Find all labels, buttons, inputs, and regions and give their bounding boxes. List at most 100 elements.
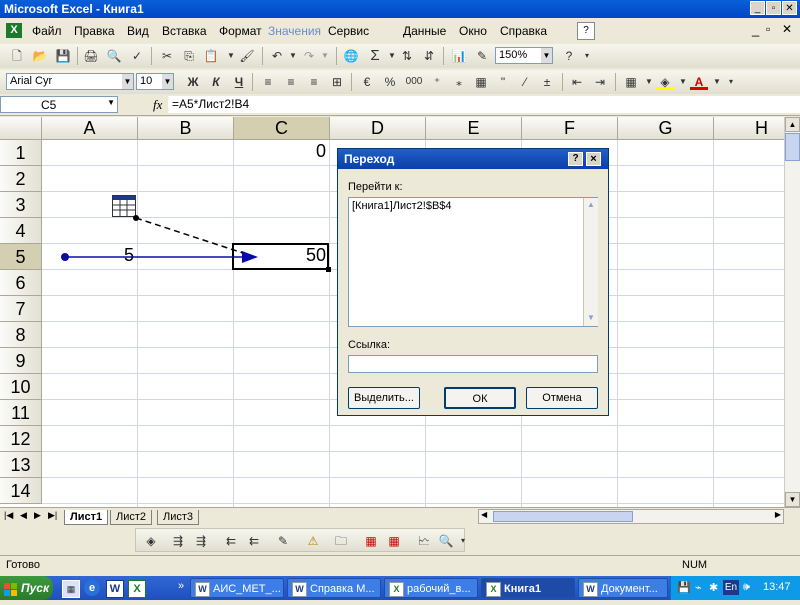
bold-button[interactable]: Ж — [184, 74, 202, 90]
font-color-icon[interactable]: A — [690, 74, 708, 90]
maximize-button[interactable]: ▫ — [766, 1, 781, 15]
start-button[interactable]: Пуск — [0, 576, 53, 600]
align-right-icon[interactable]: ≡ — [305, 74, 323, 90]
clear-circles-icon[interactable]: ▦ — [385, 533, 403, 549]
clock[interactable]: 13:47 — [763, 581, 791, 593]
task-help[interactable]: W Справка М... — [287, 578, 381, 598]
hyperlink-icon[interactable]: 🌐 — [342, 48, 360, 64]
quicklaunch-desktop-icon[interactable]: ▦ — [62, 580, 80, 598]
tab-sheet3[interactable]: Лист3 — [157, 510, 200, 525]
percent-button[interactable]: % — [381, 74, 399, 90]
euro-icon[interactable]: € — [358, 74, 376, 90]
function-icon[interactable]: fx — [153, 97, 162, 113]
trace-dependents-icon[interactable]: ⇇ — [222, 533, 240, 549]
font-select[interactable]: Arial Cyr ▼ — [6, 73, 134, 90]
show-watch-icon[interactable]: 🗠 — [415, 533, 433, 549]
decrease-decimal-icon[interactable]: ⁎ — [450, 74, 468, 90]
print-icon[interactable]: 🖨 — [82, 48, 100, 64]
menu-edit[interactable]: Правка — [74, 24, 115, 38]
save-icon[interactable]: 💾 — [54, 48, 72, 64]
network-icon[interactable]: ⌁ — [695, 581, 702, 594]
borders-icon[interactable]: ▦ — [622, 74, 640, 90]
task-book1[interactable]: X Книга1 — [481, 578, 575, 598]
copy-icon[interactable]: ⎘ — [180, 48, 198, 64]
name-box[interactable]: C5 ▼ — [0, 96, 118, 113]
hscroll-thumb[interactable] — [493, 511, 633, 522]
formula-input[interactable]: =A5*Лист2!B4 — [168, 96, 800, 113]
menu-values[interactable]: Значения — [268, 24, 321, 38]
decrease-indent-icon[interactable]: ⇤ — [568, 74, 586, 90]
scroll-up-icon[interactable]: ▲ — [785, 117, 800, 132]
menu-view[interactable]: Вид — [127, 24, 149, 38]
underline-button[interactable]: Ч — [230, 74, 248, 90]
new-comment-icon[interactable]: 🗀 — [332, 533, 350, 549]
doc-minimize-button[interactable]: _ — [752, 22, 759, 37]
quicklaunch-word-icon[interactable]: W — [106, 580, 124, 598]
spelling-icon[interactable]: ✓ — [128, 48, 146, 64]
paste-icon[interactable]: 📋 — [202, 48, 220, 64]
toolbar-options-icon[interactable]: ▾ — [722, 74, 740, 90]
task-working[interactable]: Xрабочий_в... — [384, 578, 478, 598]
menu-format[interactable]: Формат — [219, 24, 262, 38]
floppy-icon[interactable]: 💾 — [677, 581, 691, 594]
volume-icon[interactable]: 🕪 — [743, 581, 750, 594]
quicklaunch-excel-icon[interactable]: X — [128, 580, 146, 598]
menu-window[interactable]: Окно — [459, 24, 487, 38]
cancel-button[interactable]: Отмена — [526, 387, 598, 409]
plus-minus-icon[interactable]: ± — [538, 74, 556, 90]
horizontal-scrollbar[interactable]: ◀ ▶ — [478, 509, 784, 524]
menu-insert[interactable]: Вставка — [162, 24, 207, 38]
quote-icon[interactable]: " — [494, 74, 512, 90]
trace-precedents-icon[interactable]: ⇶ — [169, 533, 187, 549]
zoom-select[interactable]: 150% ▼ — [495, 47, 553, 64]
table-icon[interactable]: ▦ — [472, 74, 490, 90]
align-left-icon[interactable]: ≡ — [259, 74, 277, 90]
scroll-down-icon[interactable]: ▼ — [587, 313, 595, 322]
first-sheet-icon[interactable]: |◀ — [4, 510, 13, 521]
quicklaunch-ie-icon[interactable]: e — [84, 580, 100, 596]
scroll-right-icon[interactable]: ▶ — [775, 510, 781, 519]
scroll-up-icon[interactable]: ▲ — [587, 200, 595, 209]
task-ais[interactable]: W АИС_МЕТ_... — [190, 578, 284, 598]
help-icon[interactable]: ? — [560, 48, 578, 64]
thousands-button[interactable]: 000 — [403, 74, 425, 90]
drawing-icon[interactable]: ✎ — [473, 48, 491, 64]
remove-dependent-arrows-icon[interactable]: ⇇ — [245, 533, 263, 549]
excel-doc-icon[interactable]: X — [6, 23, 22, 38]
trace-error-icon[interactable]: ✎ — [274, 533, 292, 549]
increase-indent-icon[interactable]: ⇥ — [591, 74, 609, 90]
toolbar-options-icon[interactable]: ▾ — [454, 533, 472, 549]
dialog-help-button[interactable]: ? — [568, 152, 583, 166]
fill-color-icon[interactable]: ◈ — [656, 74, 674, 90]
toolbar-options-icon[interactable]: ▾ — [578, 48, 596, 64]
scroll-left-icon[interactable]: ◀ — [481, 510, 487, 519]
language-indicator[interactable]: En — [723, 580, 739, 595]
align-center-icon[interactable]: ≡ — [282, 74, 300, 90]
goto-listbox[interactable]: [Книга1]Лист2!$B$4 ▲ ▼ — [348, 197, 598, 327]
warning-icon[interactable]: ⚠ — [304, 533, 322, 549]
next-sheet-icon[interactable]: ▶ — [34, 510, 41, 521]
italic-button[interactable]: К — [207, 74, 225, 90]
antivirus-icon[interactable]: ✱ — [709, 581, 718, 594]
menu-help[interactable]: Справка — [500, 24, 547, 38]
evaluate-formula-icon[interactable]: 🔍 — [437, 533, 455, 549]
increase-decimal-icon[interactable]: ⁺ — [428, 74, 446, 90]
font-size-select[interactable]: 10 ▼ — [136, 73, 174, 90]
redo-dropdown-icon[interactable]: ▼ — [316, 48, 334, 64]
special-button[interactable]: Выделить... — [348, 387, 420, 409]
menu-data[interactable]: Данные — [403, 24, 446, 38]
reference-input[interactable] — [348, 355, 598, 373]
close-button[interactable]: ✕ — [782, 1, 797, 15]
last-sheet-icon[interactable]: ▶| — [48, 510, 57, 521]
prev-sheet-icon[interactable]: ◀ — [20, 510, 27, 521]
new-icon[interactable]: 🗋 — [8, 48, 26, 64]
menu-tools[interactable]: Сервис — [328, 24, 369, 38]
tab-sheet1[interactable]: Лист1 — [64, 510, 109, 525]
quicklaunch-more-icon[interactable]: » — [178, 580, 184, 592]
minimize-button[interactable]: _ — [750, 1, 765, 15]
scroll-down-icon[interactable]: ▼ — [785, 492, 800, 507]
sort-ascending-icon[interactable]: ⇅ — [398, 48, 416, 64]
ok-button[interactable]: ОК — [444, 387, 516, 409]
autosum-icon[interactable]: Σ — [366, 48, 384, 64]
doc-close-button[interactable]: ✕ — [782, 22, 792, 36]
